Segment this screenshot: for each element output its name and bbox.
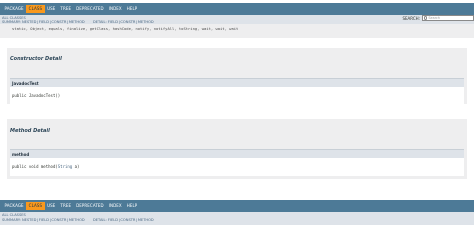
constructor-detail-section: Constructor Detail JavadocTest public Ja… (7, 48, 467, 105)
bottom-nav-help[interactable]: HELP (124, 202, 140, 210)
bottom-summary-prefix: SUMMARY: (2, 218, 21, 222)
bottom-nav-deprecated[interactable]: DEPRECATED (74, 202, 107, 210)
nav-use[interactable]: USE (45, 5, 58, 13)
bottom-nav-class[interactable]: CLASS (26, 202, 45, 210)
top-navbar: PACKAGE CLASS USE TREE DEPRECATED INDEX … (0, 3, 474, 15)
summary-prefix: SUMMARY: (2, 19, 21, 24)
nav-class[interactable]: CLASS (26, 5, 45, 13)
bottom-detail-constr-link[interactable]: CONSTR (120, 218, 135, 222)
method-summary-inherited: static, Object, equals, finalize, getCla… (0, 24, 474, 38)
detail-constr-link[interactable]: CONSTR (120, 20, 135, 24)
nav-index[interactable]: INDEX (106, 5, 124, 13)
bottom-nav-tree[interactable]: TREE (58, 202, 74, 210)
string-type-link[interactable]: String (58, 164, 72, 169)
search-icon (424, 16, 428, 20)
search-label: SEARCH: (402, 15, 420, 21)
constructor-detail-heading: Constructor Detail (10, 56, 62, 62)
nav-package[interactable]: PACKAGE (2, 5, 26, 13)
summary-field-link[interactable]: FIELD (39, 20, 49, 24)
search-box: SEARCH: Search (402, 15, 474, 21)
method-signature-box: public void method(String a) (10, 158, 464, 176)
bottom-nav-index[interactable]: INDEX (106, 202, 124, 210)
method-detail-heading: Method Detail (10, 128, 50, 134)
detail-prefix: DETAIL: (93, 19, 107, 24)
nav-deprecated[interactable]: DEPRECATED (74, 5, 107, 13)
summary-nested-link[interactable]: NESTED (22, 20, 36, 24)
method-signature: public void method(String a) (12, 164, 80, 169)
method-name: method (10, 149, 464, 158)
constructor-signature: public JavadocTest() (12, 93, 61, 98)
method-detail-section: Method Detail method public void method(… (7, 119, 467, 179)
bottom-sub-navbar: ALL CLASSES SUMMARY: NESTED|FIELD|CONSTR… (0, 212, 474, 225)
detail-method-link[interactable]: METHOD (138, 20, 154, 24)
bottom-detail-prefix: DETAIL: (93, 218, 107, 222)
bottom-summary-constr-link[interactable]: CONSTR (51, 218, 66, 222)
bottom-navbar: PACKAGE CLASS USE TREE DEPRECATED INDEX … (0, 200, 474, 212)
search-placeholder: Search (428, 16, 441, 20)
inherited-methods-list: static, Object, equals, finalize, getCla… (12, 26, 239, 31)
bottom-summary-method-link[interactable]: METHOD (69, 218, 85, 222)
bottom-nav-package[interactable]: PACKAGE (2, 202, 26, 210)
search-input[interactable]: Search (422, 15, 474, 21)
bottom-detail-method-link[interactable]: METHOD (138, 218, 154, 222)
bottom-detail-field-link[interactable]: FIELD (108, 218, 118, 222)
detail-field-link[interactable]: FIELD (108, 20, 118, 24)
bottom-summary-nested-link[interactable]: NESTED (22, 218, 36, 222)
constructor-signature-box: public JavadocTest() (10, 87, 464, 105)
bottom-summary-detail-row: SUMMARY: NESTED|FIELD|CONSTR|METHOD DETA… (2, 218, 154, 222)
bottom-summary-field-link[interactable]: FIELD (39, 218, 49, 222)
summary-method-link[interactable]: METHOD (69, 20, 85, 24)
nav-help[interactable]: HELP (124, 5, 140, 13)
bottom-nav-use[interactable]: USE (45, 202, 58, 210)
constructor-name: JavadocTest (10, 78, 464, 87)
bottom-all-classes-link[interactable]: ALL CLASSES (0, 213, 474, 217)
nav-tree[interactable]: TREE (58, 5, 74, 13)
summary-constr-link[interactable]: CONSTR (51, 20, 66, 24)
